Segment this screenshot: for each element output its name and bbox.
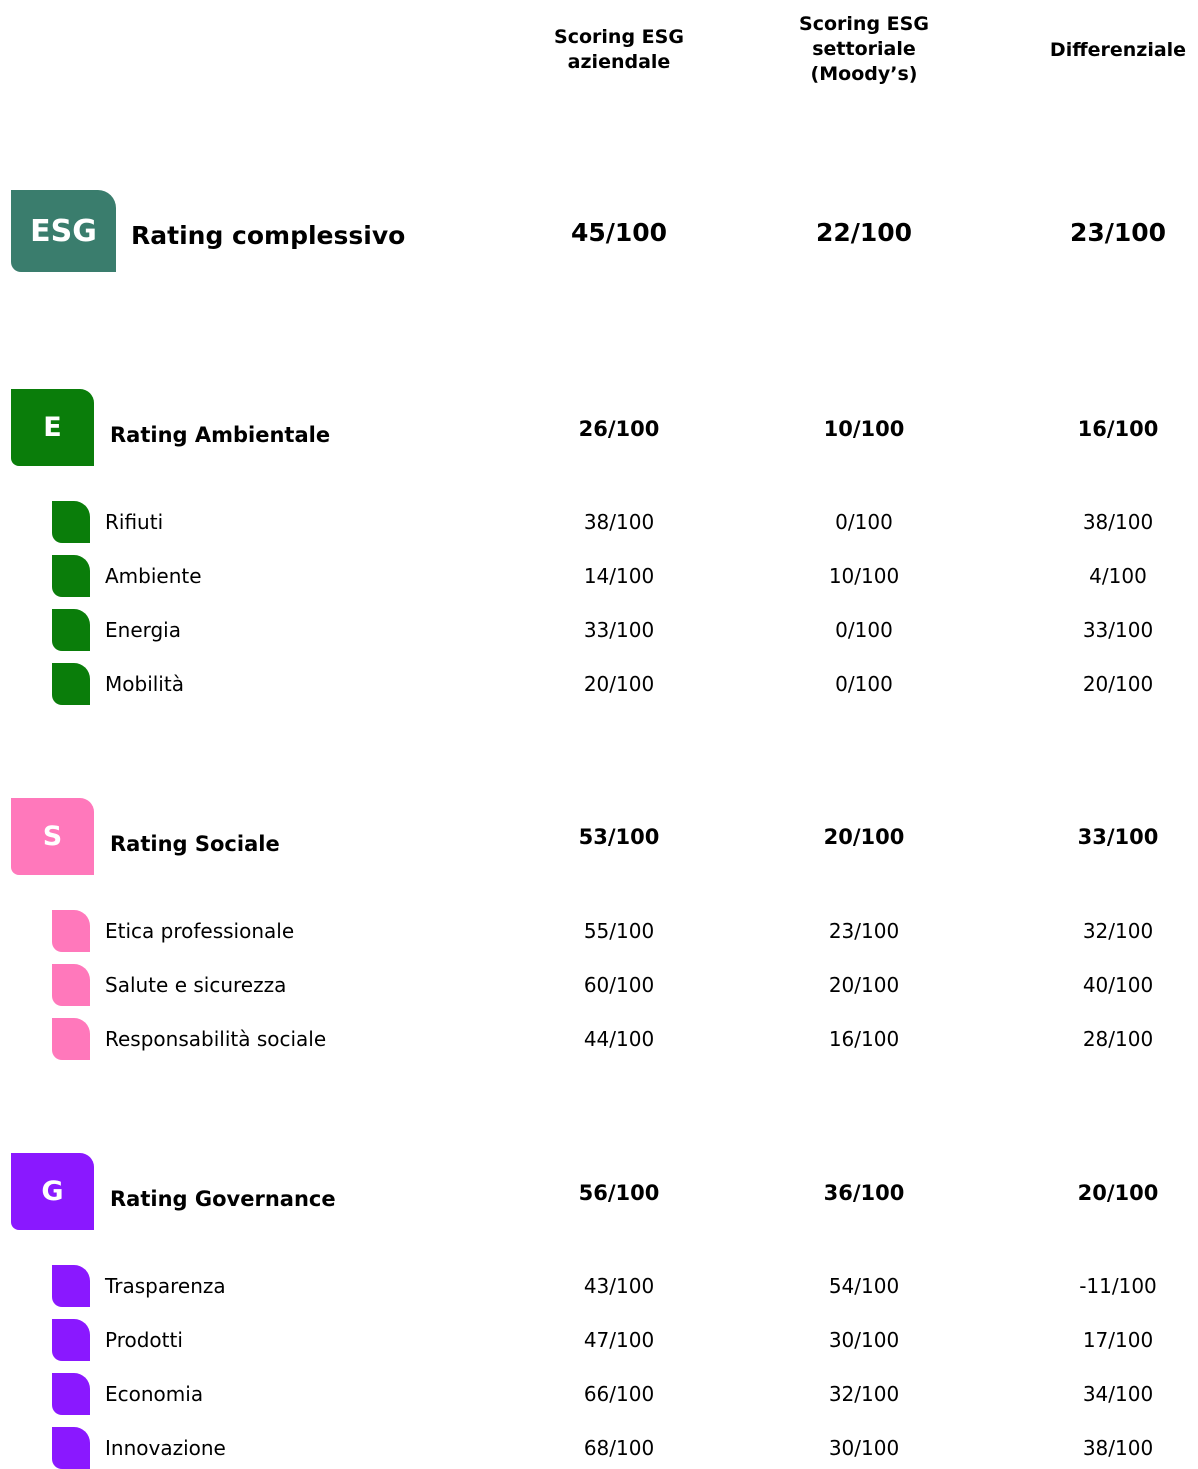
governance-badge: G: [11, 1153, 94, 1230]
governance-item-value-company: 47/100: [583, 1328, 655, 1352]
social-company-score: 53/100: [578, 825, 660, 849]
environment-item-value-differential: 20/100: [1082, 672, 1154, 696]
social-item-value-sector: 16/100: [828, 1027, 900, 1051]
governance-item-leaf-icon: [52, 1373, 90, 1415]
environment-item-value-company: 20/100: [583, 672, 655, 696]
environment-item-value-sector: 0/100: [835, 618, 893, 642]
header-scoring-settoriale: Scoring ESG settoriale (Moody’s): [799, 13, 929, 85]
social-item-label: Responsabilità sociale: [105, 1027, 327, 1051]
governance-item-value-sector: 54/100: [828, 1274, 900, 1298]
social-item-value-differential: 28/100: [1082, 1027, 1154, 1051]
governance-item-leaf-icon: [52, 1319, 90, 1361]
environment-item-value-differential: 4/100: [1089, 564, 1147, 588]
environment-item-label: Mobilità: [105, 672, 184, 696]
environment-item-leaf-icon: [52, 501, 90, 543]
environment-item-value-company: 14/100: [583, 564, 655, 588]
governance-rating-label: Rating Governance: [110, 1187, 336, 1211]
environment-badge: E: [11, 389, 94, 466]
social-item-value-company: 44/100: [583, 1027, 655, 1051]
governance-item-value-differential: 17/100: [1082, 1328, 1154, 1352]
social-item-value-sector: 20/100: [828, 973, 900, 997]
social-item-value-differential: 32/100: [1082, 919, 1154, 943]
governance-item-label: Prodotti: [105, 1328, 183, 1352]
environment-item-leaf-icon: [52, 555, 90, 597]
social-badge: S: [11, 798, 94, 875]
governance-item-value-company: 66/100: [583, 1382, 655, 1406]
social-differential: 33/100: [1077, 825, 1159, 849]
governance-item-value-differential: 38/100: [1082, 1436, 1154, 1460]
governance-item-leaf-icon: [52, 1265, 90, 1307]
overall-company-score: 45/100: [570, 218, 668, 247]
header-scoring-aziendale: Scoring ESG aziendale: [554, 26, 684, 73]
social-rating-label: Rating Sociale: [110, 832, 280, 856]
governance-item-label: Trasparenza: [105, 1274, 226, 1298]
governance-item-value-sector: 30/100: [828, 1436, 900, 1460]
social-item-label: Etica professionale: [105, 919, 295, 943]
overall-sector-score: 22/100: [815, 218, 913, 247]
environment-item-leaf-icon: [52, 663, 90, 705]
environment-item-value-sector: 10/100: [828, 564, 900, 588]
environment-item-value-company: 38/100: [583, 510, 655, 534]
esg-badge: ESG: [11, 190, 116, 272]
environment-item-value-sector: 0/100: [835, 510, 893, 534]
environment-item-label: Energia: [105, 618, 181, 642]
environment-rating-label: Rating Ambientale: [110, 423, 331, 447]
environment-item-value-company: 33/100: [583, 618, 655, 642]
social-item-value-company: 60/100: [583, 973, 655, 997]
governance-item-label: Economia: [105, 1382, 204, 1406]
overall-differential: 23/100: [1069, 218, 1167, 247]
social-item-leaf-icon: [52, 910, 90, 952]
governance-item-value-sector: 32/100: [828, 1382, 900, 1406]
governance-item-label: Innovazione: [105, 1436, 226, 1460]
environment-item-leaf-icon: [52, 609, 90, 651]
environment-sector-score: 10/100: [823, 417, 905, 441]
social-item-value-differential: 40/100: [1082, 973, 1154, 997]
social-item-value-sector: 23/100: [828, 919, 900, 943]
governance-item-value-differential: -11/100: [1079, 1274, 1157, 1298]
governance-company-score: 56/100: [578, 1181, 660, 1205]
environment-item-value-sector: 0/100: [835, 672, 893, 696]
governance-sector-score: 36/100: [823, 1181, 905, 1205]
governance-item-value-company: 68/100: [583, 1436, 655, 1460]
environment-differential: 16/100: [1077, 417, 1159, 441]
header-differenziale: Differenziale: [1049, 39, 1187, 61]
social-item-leaf-icon: [52, 964, 90, 1006]
social-item-label: Salute e sicurezza: [105, 973, 287, 997]
overall-rating-label: Rating complessivo: [131, 221, 406, 250]
social-item-value-company: 55/100: [583, 919, 655, 943]
governance-item-leaf-icon: [52, 1427, 90, 1469]
environment-item-label: Rifiuti: [105, 510, 164, 534]
governance-item-value-company: 43/100: [583, 1274, 655, 1298]
governance-item-value-sector: 30/100: [828, 1328, 900, 1352]
environment-item-value-differential: 33/100: [1082, 618, 1154, 642]
environment-item-value-differential: 38/100: [1082, 510, 1154, 534]
environment-item-label: Ambiente: [105, 564, 202, 588]
social-item-leaf-icon: [52, 1018, 90, 1060]
governance-differential: 20/100: [1077, 1181, 1159, 1205]
governance-item-value-differential: 34/100: [1082, 1382, 1154, 1406]
environment-company-score: 26/100: [578, 417, 660, 441]
social-sector-score: 20/100: [823, 825, 905, 849]
